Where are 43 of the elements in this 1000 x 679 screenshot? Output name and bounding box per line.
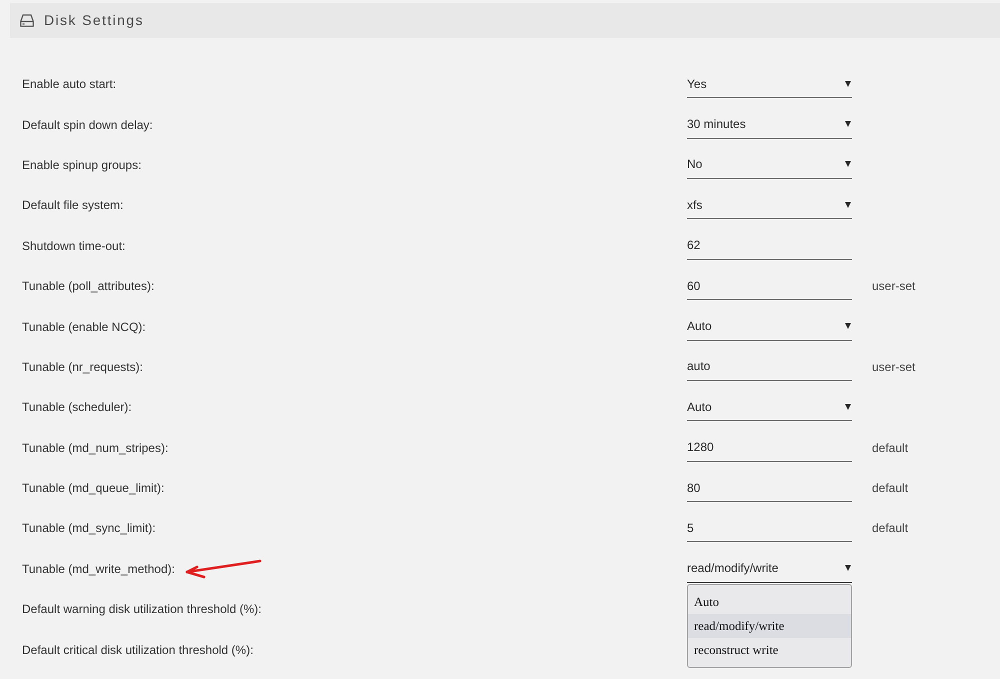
setting-source-note: default: [872, 440, 908, 457]
setting-label: Default spin down delay:: [22, 116, 153, 134]
setting-label: Tunable (enable NCQ):: [22, 318, 146, 336]
text-field[interactable]: 60: [687, 272, 852, 300]
setting-label: Tunable (scheduler):: [22, 399, 132, 416]
setting-label: Enable spinup groups:: [22, 156, 142, 174]
dropdown-select[interactable]: read/modify/write: [687, 554, 852, 583]
caret-icon: [845, 323, 851, 330]
caret-icon: [845, 161, 851, 168]
dropdown-select[interactable]: Auto: [687, 393, 852, 422]
dropdown-select[interactable]: Auto: [687, 312, 852, 341]
setting-label: Tunable (md_write_method):: [22, 560, 175, 578]
setting-label: Tunable (md_num_stripes):: [22, 440, 168, 457]
text-field[interactable]: auto: [687, 352, 852, 381]
setting-label: Enable auto start:: [22, 76, 116, 94]
caret-icon: [845, 121, 851, 128]
setting-label: Default warning disk utilization threshold (%):: [22, 601, 262, 618]
hard-drive-icon: [20, 14, 34, 27]
text-field[interactable]: 1280: [687, 434, 852, 462]
setting-label: Tunable (md_queue_limit):: [22, 480, 164, 498]
text-field[interactable]: 62: [687, 232, 852, 260]
caret-icon: [845, 565, 851, 572]
setting-source-note: user-set: [872, 358, 916, 376]
dropdown-select[interactable]: xfs: [687, 191, 852, 220]
caret-icon: [845, 80, 851, 87]
setting-label: Tunable (poll_attributes):: [22, 278, 154, 296]
setting-label: Tunable (md_sync_limit):: [22, 520, 156, 538]
setting-label: Default critical disk utilization threshold (%):: [22, 642, 254, 659]
setting-label: Shutdown time-out:: [22, 238, 126, 255]
setting-source-note: default: [872, 520, 908, 538]
text-field[interactable]: 5: [687, 514, 852, 542]
setting-source-note: default: [872, 480, 908, 498]
dropdown-option[interactable]: read/modify/write: [688, 614, 851, 638]
dropdown-select[interactable]: Yes: [687, 70, 852, 98]
setting-label: Tunable (nr_requests):: [22, 358, 143, 376]
caret-icon: [845, 404, 851, 410]
caret-icon: [845, 202, 851, 208]
setting-source-note: user-set: [872, 278, 916, 296]
dropdown-select[interactable]: 30 minutes: [687, 110, 852, 139]
dropdown-select[interactable]: No: [687, 150, 852, 179]
setting-label: Default file system:: [22, 197, 124, 214]
text-field[interactable]: 80: [687, 474, 852, 502]
panel-title: Disk Settings: [44, 11, 144, 30]
